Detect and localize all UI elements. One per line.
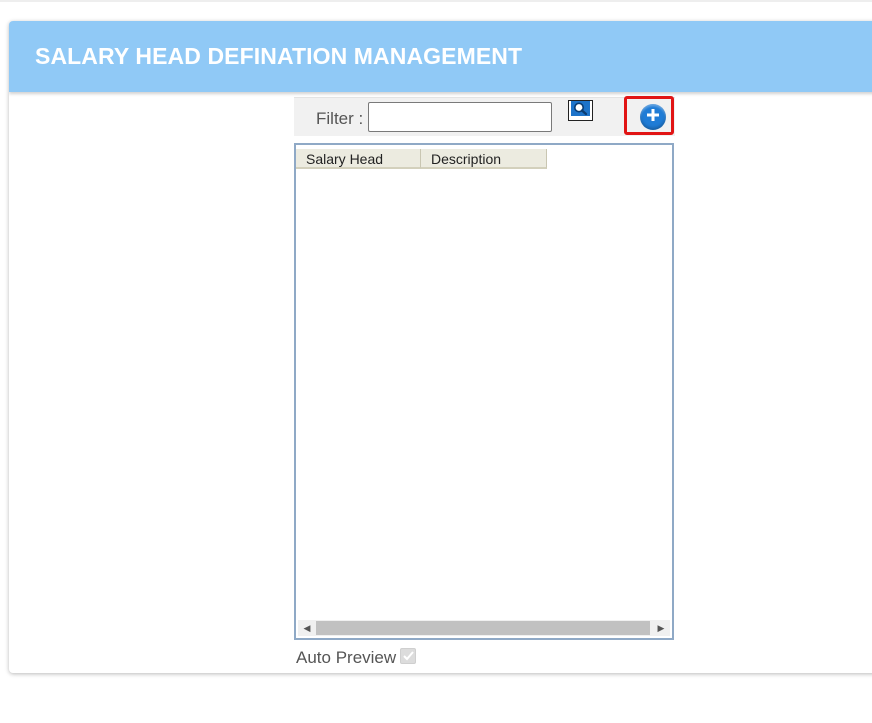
scroll-left-arrow-icon[interactable]: ◀	[300, 620, 314, 636]
column-header-salary-head[interactable]: Salary Head	[296, 149, 421, 169]
search-button[interactable]	[568, 100, 593, 121]
grid-header-row: Salary Head Description	[296, 149, 547, 171]
salary-head-card: SALARY HEAD DEFINATION MANAGEMENT Filter…	[9, 21, 872, 673]
filter-label: Filter :	[316, 109, 364, 128]
card-header: SALARY HEAD DEFINATION MANAGEMENT	[9, 21, 872, 92]
salary-head-grid: Salary Head Description ◀ ▶	[294, 143, 674, 640]
page-title: SALARY HEAD DEFINATION MANAGEMENT	[35, 43, 523, 69]
filter-input[interactable]	[368, 102, 552, 132]
column-header-description[interactable]: Description	[421, 149, 547, 169]
auto-preview-label: Auto Preview	[296, 648, 397, 667]
check-icon	[402, 651, 414, 661]
scroll-right-arrow-icon[interactable]: ▶	[654, 620, 668, 636]
auto-preview-checkbox[interactable]	[400, 648, 417, 664]
scroll-thumb[interactable]	[316, 621, 650, 635]
auto-preview-option: Auto Preview	[296, 648, 417, 668]
search-icon	[571, 100, 590, 121]
plus-icon	[646, 108, 660, 127]
filter-toolbar: Filter :	[294, 96, 675, 136]
top-divider	[0, 0, 872, 2]
horizontal-scrollbar[interactable]: ◀ ▶	[298, 620, 670, 636]
add-salary-head-button[interactable]	[640, 104, 666, 130]
